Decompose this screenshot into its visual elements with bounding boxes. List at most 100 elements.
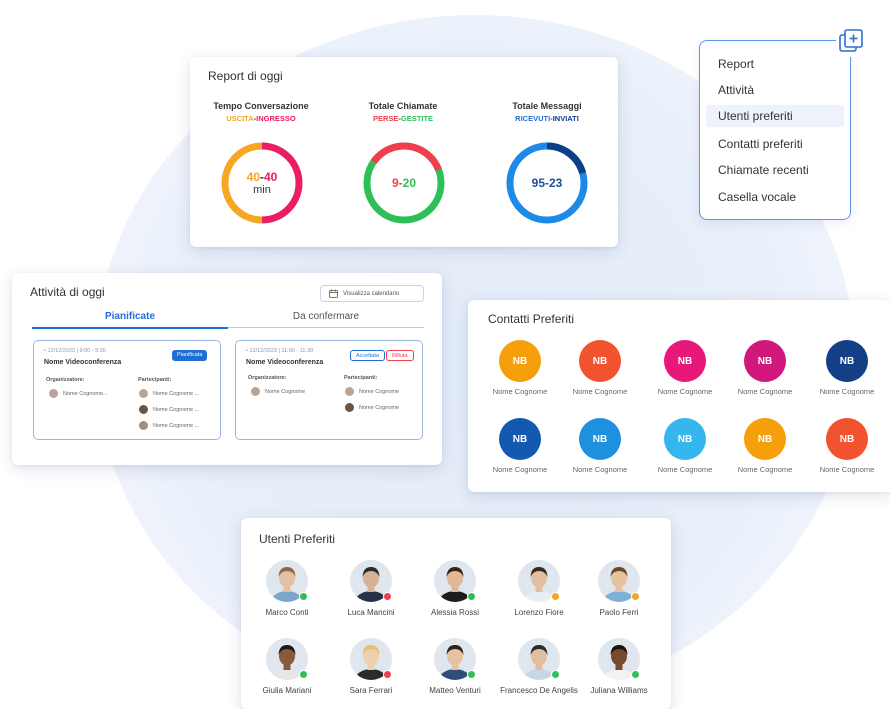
contact-item[interactable]: NB Nome Cognome <box>478 340 562 396</box>
add-widget-icon <box>839 29 863 52</box>
utenti-title: Utenti Preferiti <box>259 532 336 546</box>
metric-title: Tempo Conversazione <box>213 101 309 111</box>
participant: Nome Cognome ... <box>138 388 199 399</box>
status-indicator <box>383 670 392 679</box>
contact-initials: NB <box>592 433 608 445</box>
contact-name: Nome Cognome <box>492 387 548 396</box>
calendar-button[interactable]: Visualizza calendario <box>320 285 424 302</box>
metric-subtitle: RICEVUTI-INVIATI <box>487 114 607 123</box>
avatar <box>350 638 392 680</box>
contact-name: Nome Cognome <box>737 465 793 474</box>
add-widget-button[interactable] <box>836 27 866 57</box>
tab-pianificate[interactable]: Pianificate <box>32 311 228 329</box>
menu-item-utenti-preferiti[interactable]: Utenti preferiti <box>706 105 844 127</box>
metric-messages: Totale Messaggi RICEVUTI-INVIATI <box>487 101 607 123</box>
avatar <box>266 638 308 680</box>
calendar-button-label: Visualizza calendario <box>343 290 400 297</box>
avatar <box>598 560 640 602</box>
user-name: Juliana Williams <box>590 686 648 695</box>
activity-name: Nome Videoconferenza <box>246 359 324 366</box>
ring-value-line: 40-40 <box>247 170 278 184</box>
person-name: Nome Cognome... <box>63 390 108 397</box>
person-name: Nome Cognome <box>359 404 400 411</box>
contact-avatar: NB <box>826 340 868 382</box>
contact-item[interactable]: NB Nome Cognome <box>478 418 562 474</box>
person-name: Nome Cognome ... <box>153 422 200 429</box>
contact-name: Nome Cognome <box>657 387 713 396</box>
contact-item[interactable]: NB Nome Cognome <box>643 340 727 396</box>
metric-sub-a: USCITA <box>226 114 254 123</box>
ring-value: 95-23 <box>505 141 589 225</box>
contact-item[interactable]: NB Nome Cognome <box>643 418 727 474</box>
participant: Nome Cognome <box>344 402 399 413</box>
utenti-preferiti-card: Utenti Preferiti Marco Conti Luca Mancini… <box>241 518 671 709</box>
tab-da-confermare[interactable]: Da confermare <box>228 311 424 328</box>
user-item[interactable]: Paolo Ferri <box>577 560 661 617</box>
contact-item[interactable]: NB Nome Cognome <box>723 418 807 474</box>
avatar <box>518 638 560 680</box>
activity-item[interactable]: • 12/12/2023 | 11:00 - 11:30 Nome Videoc… <box>235 340 423 440</box>
status-badge: Pianificata <box>172 350 208 361</box>
ring-value-line: 95-23 <box>532 176 563 190</box>
reject-button[interactable]: Rifiuta <box>386 350 414 361</box>
activity-date: • 12/12/2023 | 9:00 - 9:30 <box>44 348 106 354</box>
contact-name: Nome Cognome <box>572 387 628 396</box>
participants-label: Partecipanti: <box>138 377 172 383</box>
contact-item[interactable]: NB Nome Cognome <box>723 340 807 396</box>
user-item[interactable]: Lorenzo Fiore <box>497 560 581 617</box>
organizer: Nome Cognome <box>250 386 305 397</box>
activity-item[interactable]: • 12/12/2023 | 9:00 - 9:30 Nome Videocon… <box>33 340 221 440</box>
menu-item-contatti-preferiti[interactable]: Contatti preferiti <box>706 133 844 155</box>
user-item[interactable]: Marco Conti <box>245 560 329 617</box>
contatti-preferiti-card: Contatti Preferiti NB Nome Cognome NB Nome … <box>468 300 891 492</box>
menu-item-casella-vocale[interactable]: Casella vocale <box>706 186 844 208</box>
user-name: Francesco De Angelis <box>500 686 578 695</box>
user-item[interactable]: Giulia Mariani <box>245 638 329 695</box>
contact-item[interactable]: NB Nome Cognome <box>805 418 889 474</box>
contact-name: Nome Cognome <box>737 387 793 396</box>
user-name: Sara Ferrari <box>349 686 393 695</box>
widget-menu: Report Attività Utenti preferiti Contatt… <box>699 40 851 220</box>
report-title: Report di oggi <box>208 69 283 83</box>
contact-item[interactable]: NB Nome Cognome <box>805 340 889 396</box>
avatar <box>138 420 149 431</box>
user-item[interactable]: Alessia Rossi <box>413 560 497 617</box>
calendar-icon <box>329 289 338 298</box>
person-name: Nome Cognome <box>359 388 400 395</box>
ring-value-b: 20 <box>402 176 417 190</box>
user-item[interactable]: Luca Mancini <box>329 560 413 617</box>
avatar <box>344 402 355 413</box>
menu-item-report[interactable]: Report <box>706 53 844 75</box>
accept-button[interactable]: Accettata <box>350 350 385 361</box>
user-item[interactable]: Francesco De Angelis <box>497 638 581 695</box>
metric-subtitle: PERSE-GESTITE <box>343 114 463 123</box>
contact-initials: NB <box>677 433 693 445</box>
avatar <box>138 388 149 399</box>
user-item[interactable]: Sara Ferrari <box>329 638 413 695</box>
ring-value-b: 23 <box>549 176 563 190</box>
contact-item[interactable]: NB Nome Cognome <box>558 340 642 396</box>
user-name: Paolo Ferri <box>599 608 639 617</box>
user-item[interactable]: Matteo Venturi <box>413 638 497 695</box>
metric-sub-b: INVIATI <box>552 114 579 123</box>
avatar <box>518 560 560 602</box>
user-item[interactable]: Juliana Williams <box>577 638 661 695</box>
metric-sub-a: RICEVUTI <box>515 114 551 123</box>
participant: Nome Cognome ... <box>138 420 199 431</box>
status-indicator <box>299 592 308 601</box>
menu-item-attivita[interactable]: Attività <box>706 79 844 101</box>
contact-item[interactable]: NB Nome Cognome <box>558 418 642 474</box>
metric-sub-b: INGRESSO <box>256 114 296 123</box>
contact-initials: NB <box>592 355 608 367</box>
contact-initials: NB <box>757 355 773 367</box>
contatti-title: Contatti Preferiti <box>488 312 575 326</box>
conversation-ring: 40-40 min <box>220 141 304 225</box>
ring-value-a: 9 <box>391 176 399 190</box>
menu-item-chiamate-recenti[interactable]: Chiamate recenti <box>706 159 844 181</box>
metric-conversation: Tempo Conversazione USCITA-INGRESSO <box>201 101 321 123</box>
contact-name: Nome Cognome <box>657 465 713 474</box>
person-name: Nome Cognome ... <box>153 406 200 413</box>
contact-name: Nome Cognome <box>572 465 628 474</box>
activity-card: Attività di oggi Visualizza calendario P… <box>12 273 442 465</box>
user-name: Giulia Mariani <box>262 686 312 695</box>
